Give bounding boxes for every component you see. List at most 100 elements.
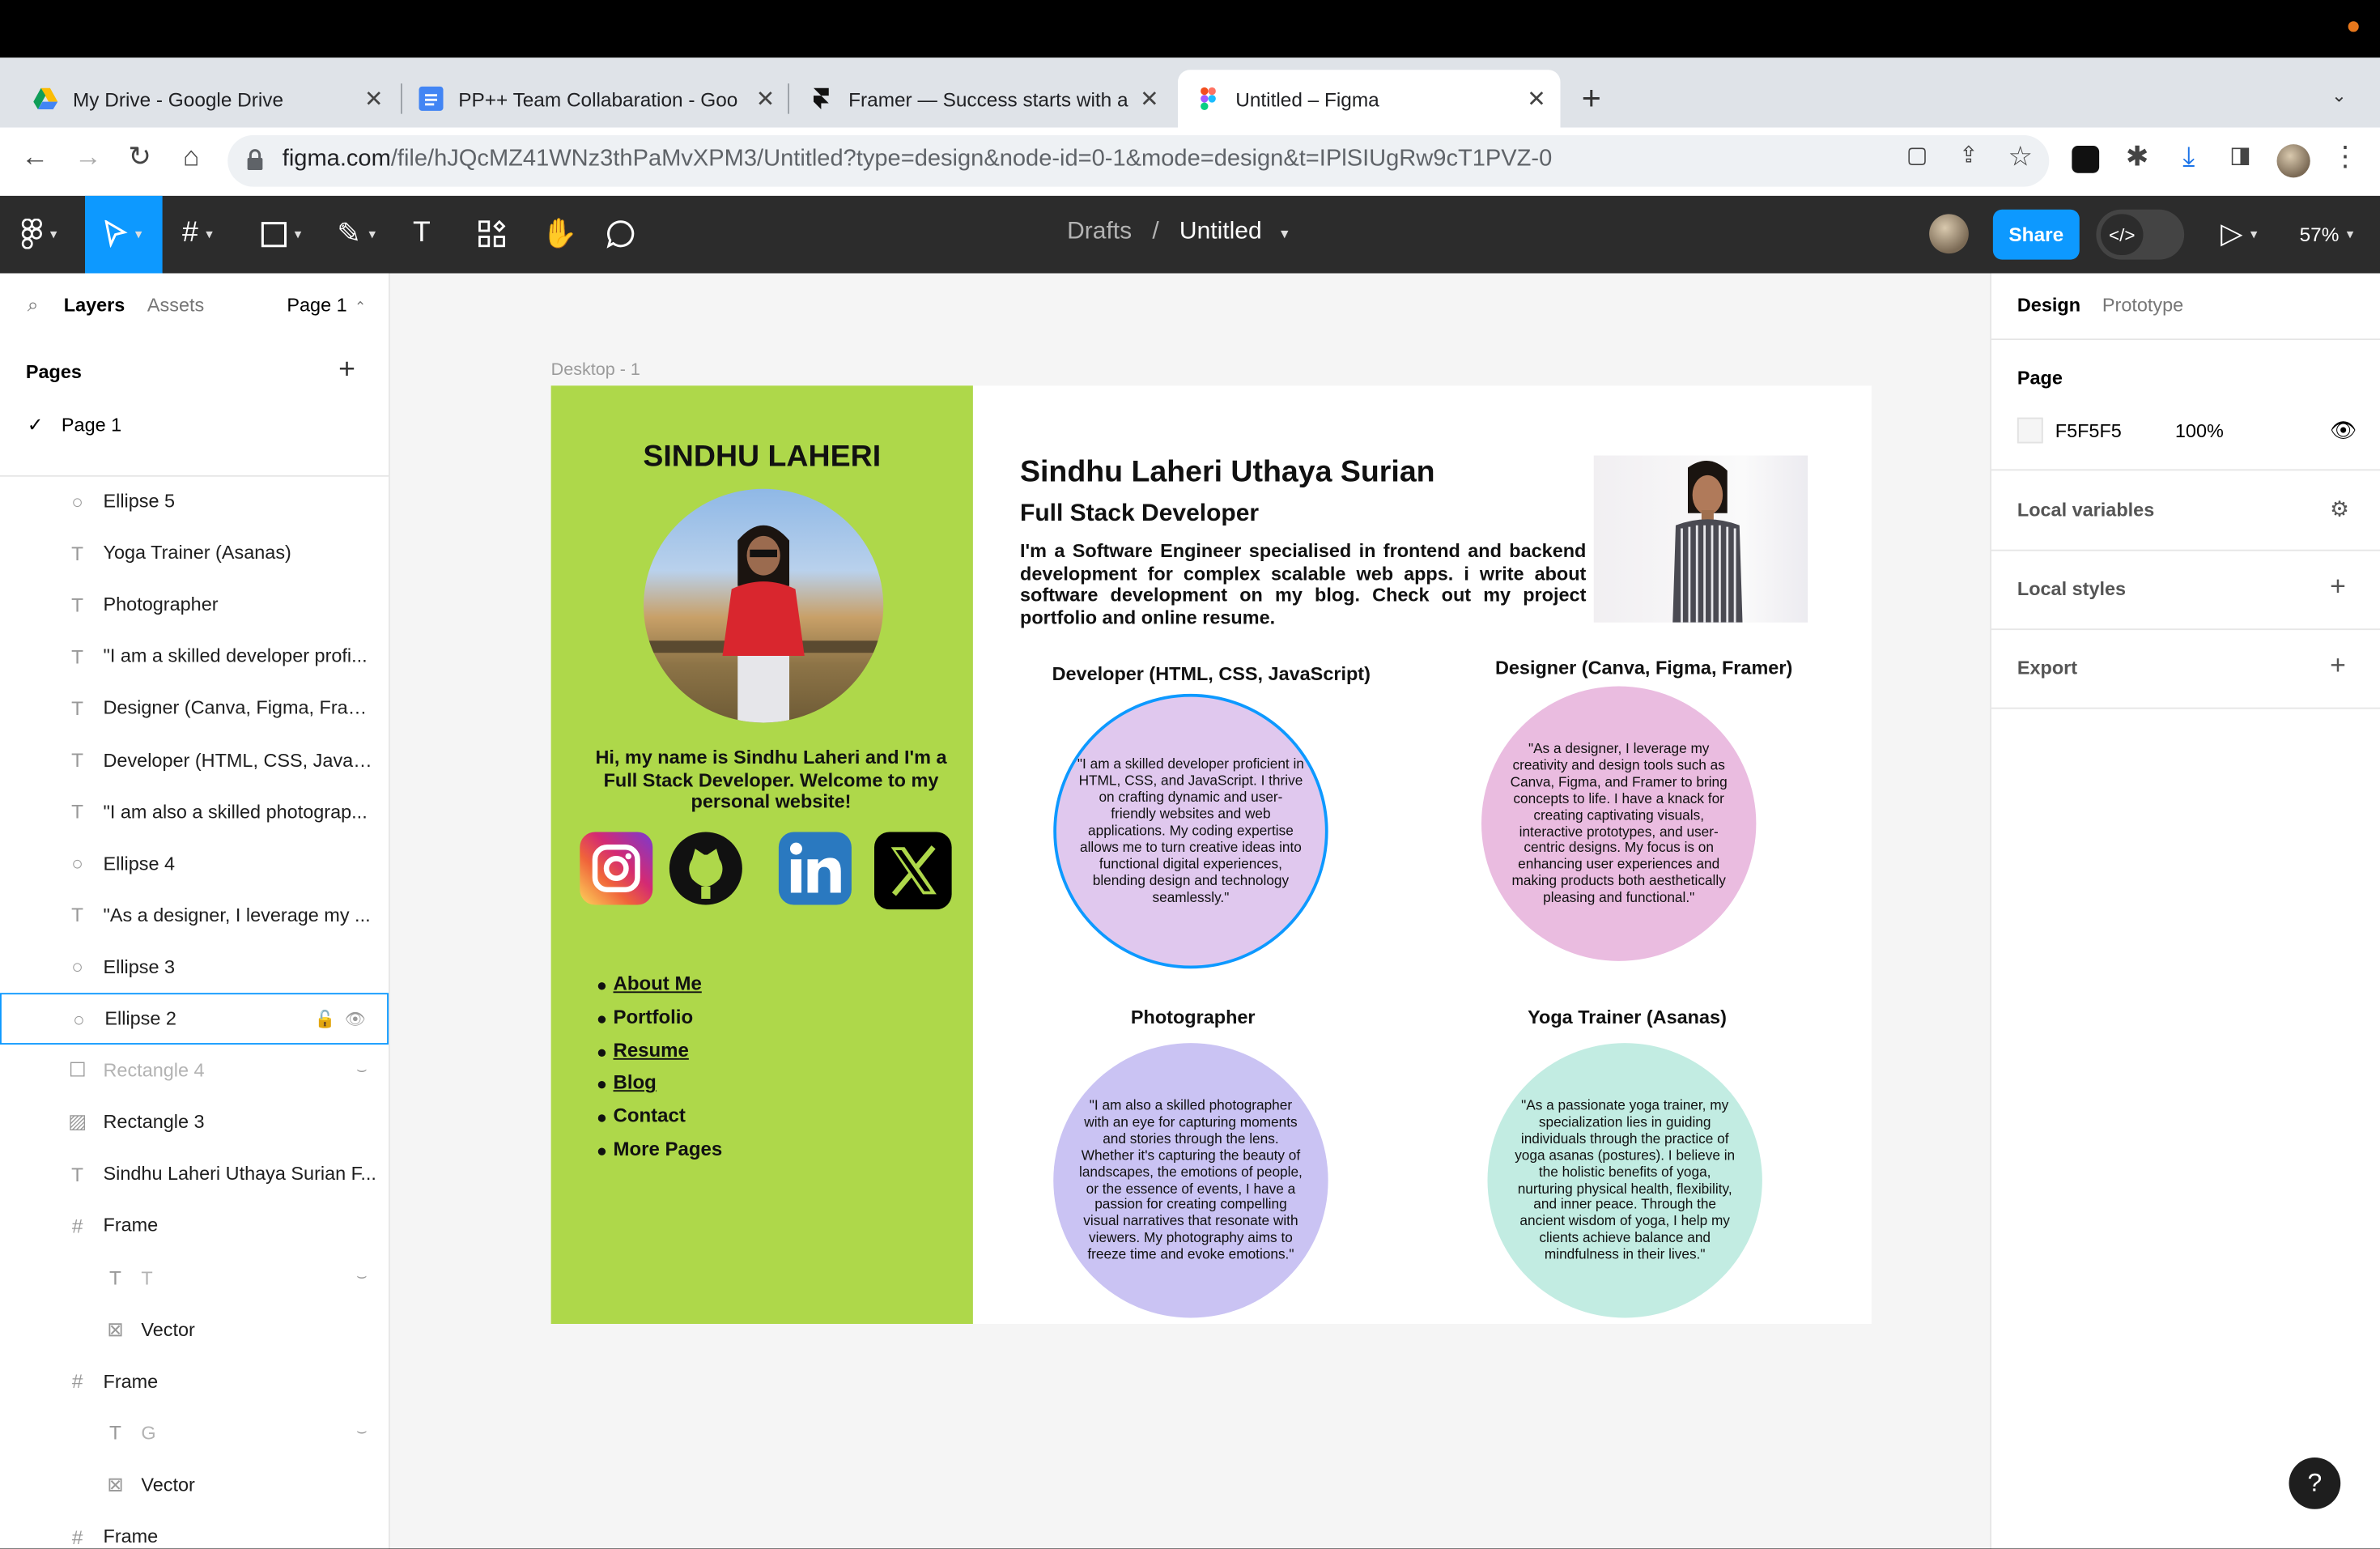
figma-main-menu[interactable]: ▾ xyxy=(21,213,57,256)
layer-row[interactable]: ⊠ Vector xyxy=(0,1459,389,1511)
card-ellipse-designer[interactable]: "As a designer, I leverage my creativity… xyxy=(1481,686,1757,961)
layer-row[interactable]: T "I am a skilled developer profi... xyxy=(0,631,389,683)
card-ellipse-photographer[interactable]: "I am also a skilled photographer with a… xyxy=(1053,1043,1328,1318)
zoom-menu[interactable]: 57% ▾ xyxy=(2300,213,2354,256)
tab-google-drive[interactable]: My Drive - Google Drive ✕ xyxy=(15,70,398,127)
close-tab-icon[interactable]: ✕ xyxy=(756,85,776,113)
card-title-yoga[interactable]: Yoga Trainer (Asanas) xyxy=(1488,1006,1767,1028)
unlock-icon[interactable]: 🔓 xyxy=(315,1009,336,1029)
layer-row[interactable]: T "As a designer, I leverage my ... xyxy=(0,889,389,941)
layer-row[interactable]: ⊠ Vector xyxy=(0,1304,389,1355)
nav-blog[interactable]: Blog xyxy=(595,1071,722,1104)
share-button[interactable]: Share xyxy=(1992,209,2080,260)
tab-design[interactable]: Design xyxy=(2017,295,2080,316)
page-selector[interactable]: Page 1 ⌃ xyxy=(287,295,366,316)
back-icon[interactable]: ← xyxy=(19,141,52,172)
browser-profile-avatar[interactable] xyxy=(2276,144,2310,178)
portrait-image[interactable] xyxy=(1593,455,1808,623)
layer-row[interactable]: T "I am also a skilled photograp... xyxy=(0,785,389,837)
add-page-icon[interactable]: + xyxy=(338,354,355,387)
card-title-photographer[interactable]: Photographer xyxy=(1053,1006,1332,1028)
file-name[interactable]: Untitled xyxy=(1179,219,1262,245)
home-icon[interactable]: ⌂ xyxy=(175,141,208,172)
tab-layers[interactable]: Layers xyxy=(64,295,125,316)
tab-figma-active[interactable]: Untitled – Figma ✕ xyxy=(1178,70,1561,128)
bg-color-swatch[interactable] xyxy=(2017,417,2043,444)
extensions-puzzle-icon[interactable]: ✱ xyxy=(2120,141,2153,172)
close-tab-icon[interactable]: ✕ xyxy=(1527,85,1546,113)
eye-icon[interactable]: 👁 xyxy=(345,1009,366,1029)
eye-icon[interactable]: 👁 xyxy=(2330,418,2357,444)
tab-google-docs[interactable]: PP++ Team Collabaration - Goo ✕ xyxy=(404,70,787,127)
card-ellipse-yoga[interactable]: "As a passionate yoga trainer, my specia… xyxy=(1487,1043,1762,1318)
export-label[interactable]: Export xyxy=(2017,657,2077,679)
browser-menu-icon[interactable]: ⋮ xyxy=(2328,141,2361,172)
linkedin-icon[interactable] xyxy=(778,832,852,905)
full-name-heading[interactable]: Sindhu Laheri Uthaya Surian xyxy=(1020,456,1435,491)
hand-tool-icon[interactable]: ✋ xyxy=(542,213,577,256)
variables-settings-icon[interactable]: ⚙ xyxy=(2330,496,2349,522)
bookmark-star-icon[interactable]: ☆ xyxy=(2004,141,2037,172)
url-text[interactable]: figma.com/file/hJQcMZ41WNz3thPaMvXPM3/Un… xyxy=(283,146,1553,173)
layer-row[interactable]: ○ Ellipse 2 🔓 👁 xyxy=(0,993,389,1045)
layer-row[interactable]: T Developer (HTML, CSS, JavaS... xyxy=(0,734,389,786)
collaborator-avatar[interactable] xyxy=(1929,214,1969,254)
side-panel-icon[interactable]: ◨ xyxy=(2224,141,2257,168)
tab-search-chevron-icon[interactable]: ⌄ xyxy=(2331,85,2347,106)
breadcrumb-drafts[interactable]: Drafts xyxy=(1067,219,1132,245)
layer-row[interactable]: # Frame xyxy=(0,1200,389,1252)
search-icon[interactable]: ⌕ xyxy=(28,293,39,317)
frame-tool-icon[interactable]: # ▾ xyxy=(182,213,213,256)
bg-opacity[interactable]: 100% xyxy=(2175,420,2224,441)
x-icon[interactable] xyxy=(874,832,952,910)
hidden-eye-icon[interactable]: ⌣ xyxy=(356,1423,368,1442)
tab-framer[interactable]: Framer — Success starts with a ✕ xyxy=(791,70,1174,127)
add-export-icon[interactable]: + xyxy=(2330,650,2346,682)
hidden-eye-icon[interactable]: ⌣ xyxy=(356,1061,368,1080)
layer-row[interactable]: # Frame xyxy=(0,1355,389,1407)
hidden-eye-icon[interactable]: ⌣ xyxy=(356,1268,368,1287)
reload-icon[interactable]: ↻ xyxy=(123,141,156,172)
clipboard-icon[interactable]: ▢ xyxy=(1901,141,1934,168)
tab-assets[interactable]: Assets xyxy=(147,295,204,316)
layer-row[interactable]: T T ⌣ xyxy=(0,1252,389,1304)
card-title-developer[interactable]: Developer (HTML, CSS, JavaScript) xyxy=(1052,663,1371,684)
layer-row[interactable]: ○ Ellipse 5 xyxy=(0,475,389,527)
layer-row[interactable]: T Designer (Canva, Figma, Fram... xyxy=(0,683,389,734)
frame-label[interactable]: Desktop - 1 xyxy=(551,361,640,380)
role-heading[interactable]: Full Stack Developer xyxy=(1020,501,1259,529)
comment-tool-icon[interactable] xyxy=(606,213,636,256)
lock-icon[interactable] xyxy=(246,149,265,170)
forward-icon[interactable]: → xyxy=(71,141,104,172)
bio-text[interactable]: I'm a Software Engineer specialised in f… xyxy=(1020,541,1586,629)
add-style-icon[interactable]: + xyxy=(2330,571,2346,602)
resources-tool-icon[interactable] xyxy=(478,213,506,256)
layer-row[interactable]: ☐ Rectangle 4 ⌣ xyxy=(0,1045,389,1096)
rectangle-tool-icon[interactable]: ▾ xyxy=(261,213,301,256)
layer-row[interactable]: T G ⌣ xyxy=(0,1407,389,1459)
layer-row[interactable]: ○ Ellipse 3 xyxy=(0,941,389,993)
dev-mode-toggle[interactable]: </> xyxy=(2096,209,2185,260)
layer-row[interactable]: ▨ Rectangle 3 xyxy=(0,1096,389,1148)
sidebar-name[interactable]: SINDHU LAHERI xyxy=(551,440,973,475)
github-icon[interactable] xyxy=(669,832,742,905)
help-button[interactable]: ? xyxy=(2289,1458,2341,1509)
nav-contact[interactable]: Contact xyxy=(595,1104,722,1137)
nav-resume[interactable]: Resume xyxy=(595,1038,722,1071)
intro-text[interactable]: Hi, my name is Sindhu Laheri and I'm a F… xyxy=(592,747,950,814)
download-icon[interactable]: ⤓ xyxy=(2172,141,2205,172)
layer-row[interactable]: T Photographer xyxy=(0,579,389,631)
bg-color-hex[interactable]: F5F5F5 xyxy=(2055,420,2122,441)
breadcrumb[interactable]: Drafts / Untitled ▾ xyxy=(1067,219,1288,246)
move-tool-icon[interactable]: ▾ xyxy=(104,213,142,256)
layer-row[interactable]: T Sindhu Laheri Uthaya Surian F... xyxy=(0,1148,389,1200)
local-styles-label[interactable]: Local styles xyxy=(2017,578,2126,599)
framer-extension-icon[interactable] xyxy=(2072,146,2100,173)
nav-portfolio[interactable]: Portfolio xyxy=(595,1005,722,1038)
card-title-designer[interactable]: Designer (Canva, Figma, Framer) xyxy=(1485,657,1804,679)
pen-tool-icon[interactable]: ✎ ▾ xyxy=(337,213,376,256)
close-tab-icon[interactable]: ✕ xyxy=(1140,85,1159,113)
card-ellipse-developer[interactable]: "I am a skilled developer proficient in … xyxy=(1053,693,1328,969)
nav-more-pages[interactable]: More Pages xyxy=(595,1137,722,1170)
chevron-down-icon[interactable]: ▾ xyxy=(1281,226,1288,243)
